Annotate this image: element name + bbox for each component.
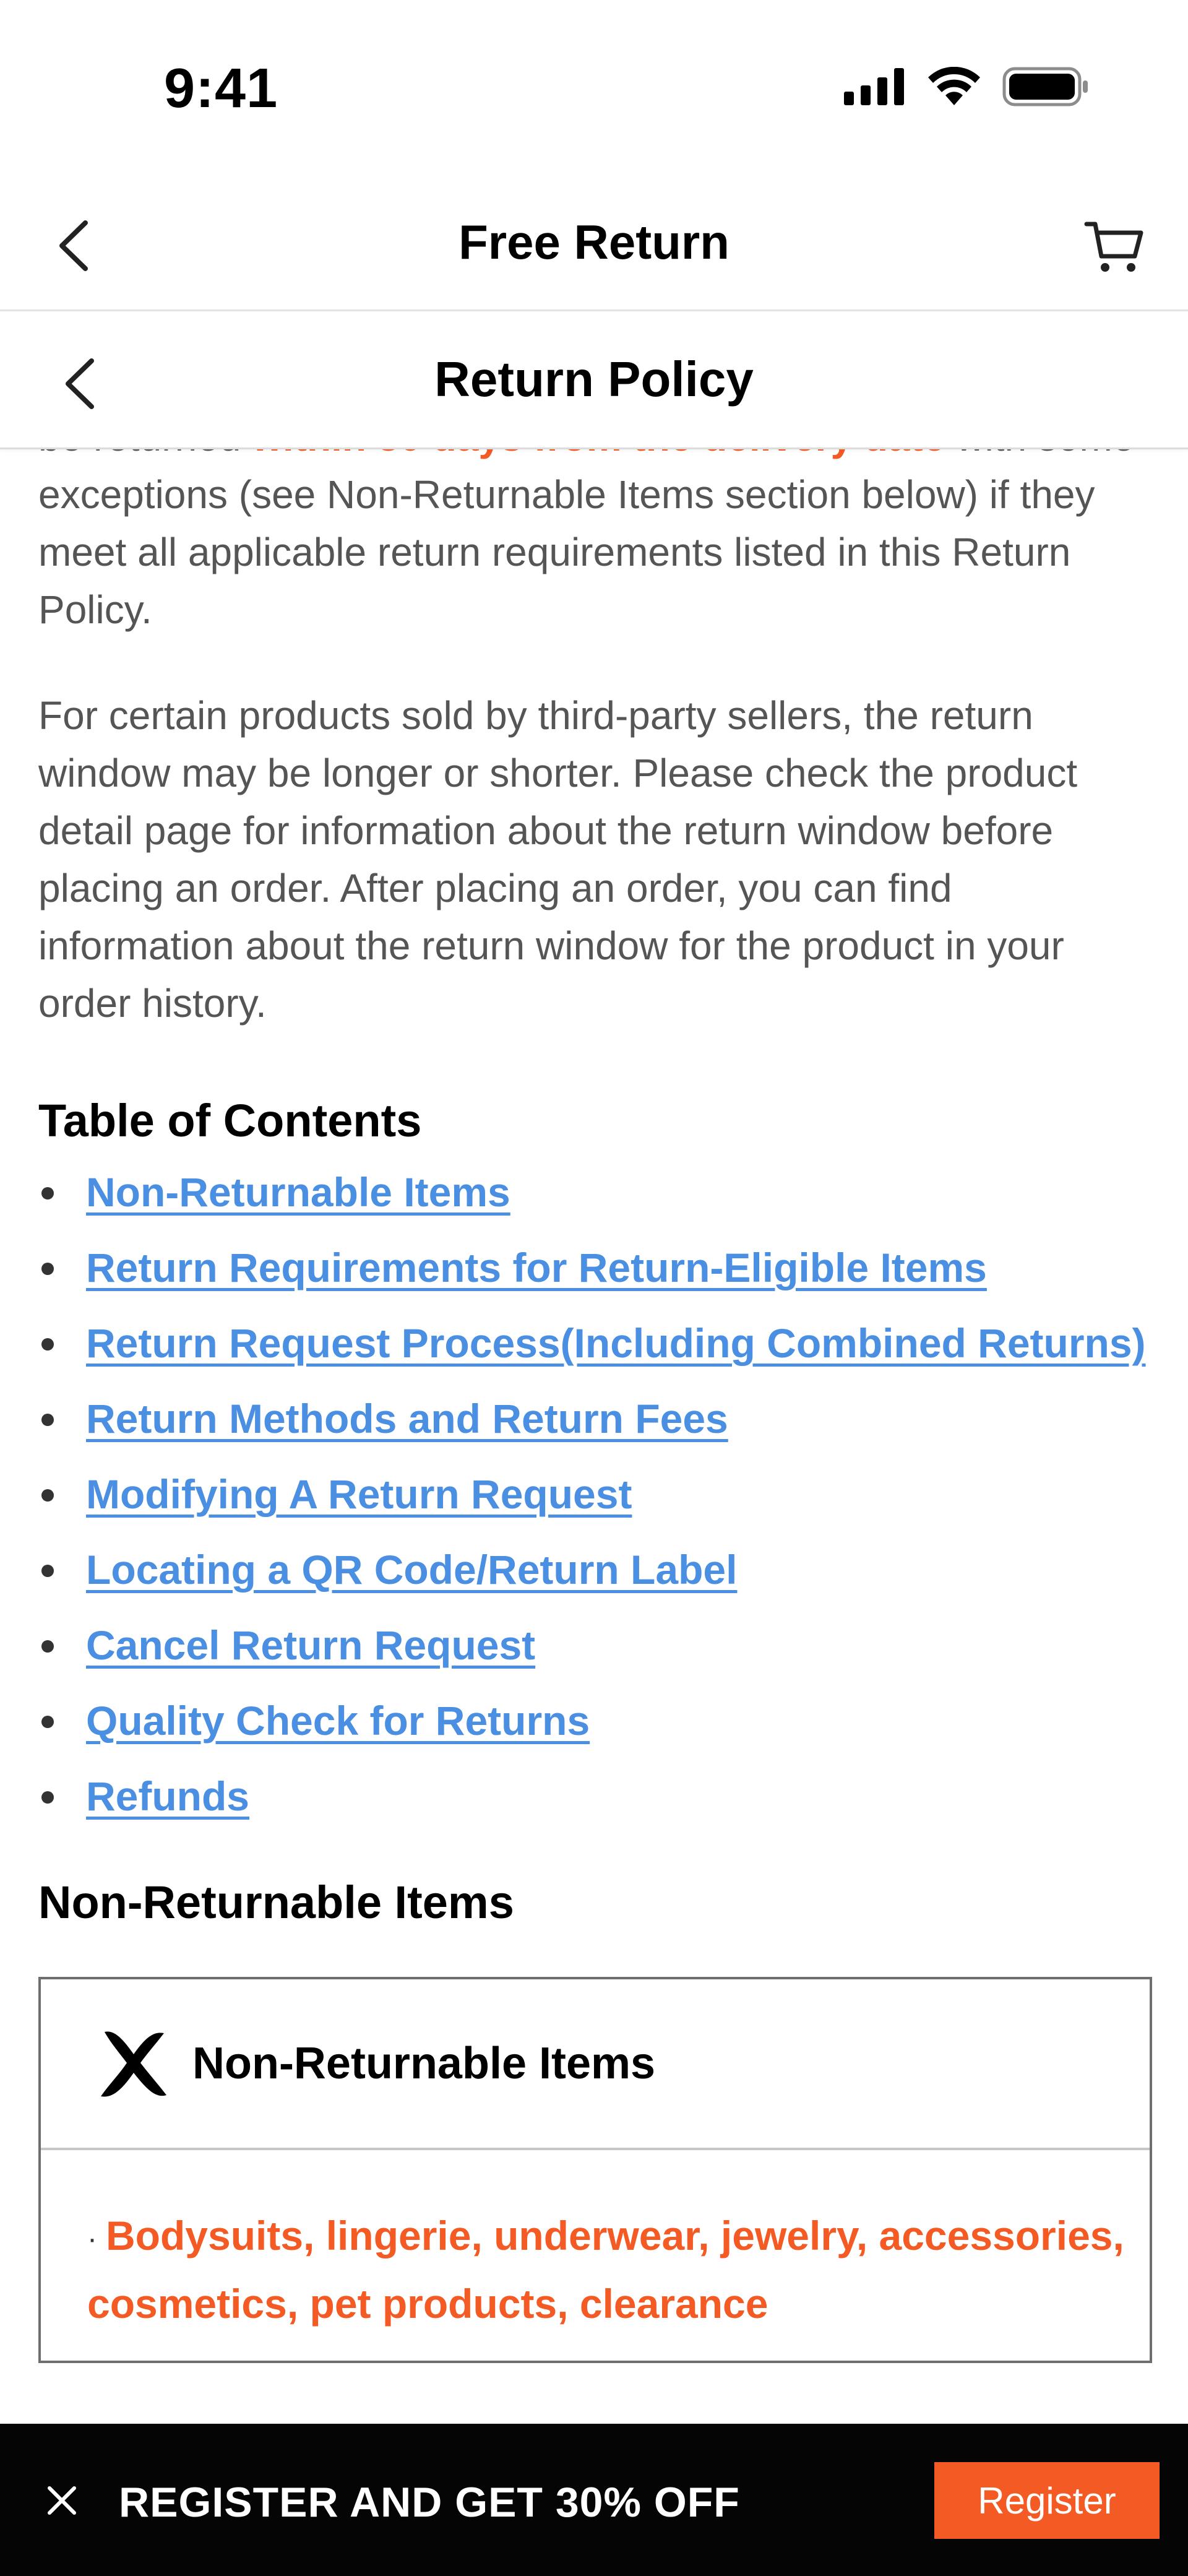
toc-link-cancel-return[interactable]: Cancel Return Request (86, 1622, 535, 1668)
cart-icon[interactable] (1083, 215, 1145, 277)
non-returnable-item-text: Bodysuits, lingerie, underwear, jewelry,… (87, 2213, 1124, 2327)
toc-item: Quality Check for Returns (38, 1683, 1152, 1758)
toc-item: Non-Returnable Items (38, 1154, 1152, 1230)
toc-link-locating-qr-code[interactable]: Locating a QR Code/Return Label (86, 1547, 737, 1593)
non-returnable-table-title: Non-Returnable Items (192, 2039, 656, 2088)
toc-item: Locating a QR Code/Return Label (38, 1532, 1152, 1607)
toc-heading: Table of Contents (38, 1095, 422, 1146)
status-time: 9:41 (164, 58, 278, 119)
policy-header: Return Policy (0, 311, 1188, 449)
wifi-icon (928, 67, 980, 105)
register-promo-banner: REGISTER AND GET 30% OFF Register (0, 2424, 1188, 2576)
toc-item: Cancel Return Request (38, 1607, 1152, 1683)
battery-icon (1002, 67, 1088, 106)
close-icon[interactable] (43, 2482, 80, 2519)
toc-link-refunds[interactable]: Refunds (86, 1773, 249, 1819)
top-nav-bar: Free Return (0, 179, 1188, 311)
status-icons (844, 67, 1089, 106)
toc-link-quality-check[interactable]: Quality Check for Returns (86, 1698, 590, 1744)
toc-item: Refunds (38, 1758, 1152, 1834)
non-returnable-table-body: · Bodysuits, lingerie, underwear, jewelry… (41, 2150, 1150, 2361)
promo-text: REGISTER AND GET 30% OFF (119, 2479, 740, 2526)
x-mark-icon (101, 2031, 166, 2097)
toc-link-non-returnable-items[interactable]: Non-Returnable Items (86, 1169, 510, 1215)
policy-title: Return Policy (434, 352, 754, 407)
toc-item: Return Methods and Return Fees (38, 1381, 1152, 1456)
toc-link-modifying-return[interactable]: Modifying A Return Request (86, 1471, 632, 1517)
toc-list: Non-Returnable Items Return Requirements… (38, 1154, 1152, 1834)
register-button[interactable]: Register (934, 2462, 1160, 2539)
toc-link-return-request-process[interactable]: Return Request Process(Including Combine… (86, 1320, 1146, 1366)
cellular-signal-icon (844, 68, 904, 105)
toc-item: Return Requirements for Return-Eligible … (38, 1230, 1152, 1305)
non-returnable-table: Non-Returnable Items · Bodysuits, lingeri… (38, 1977, 1152, 2363)
status-bar: 9:41 (0, 0, 1188, 179)
page-title: Free Return (458, 215, 730, 269)
policy-content: be returned within 30 days from the deli… (38, 408, 1152, 2363)
toc-item: Return Request Process(Including Combine… (38, 1305, 1152, 1381)
third-party-paragraph: For certain products sold by third-party… (38, 693, 1078, 1026)
toc-link-return-methods-fees[interactable]: Return Methods and Return Fees (86, 1396, 728, 1441)
non-returnable-heading: Non-Returnable Items (38, 1877, 514, 1928)
non-returnable-table-header: Non-Returnable Items (41, 1979, 1150, 2150)
bullet: · (87, 2222, 97, 2255)
toc-item: Modifying A Return Request (38, 1456, 1152, 1532)
toc-link-return-requirements[interactable]: Return Requirements for Return-Eligible … (86, 1245, 987, 1290)
